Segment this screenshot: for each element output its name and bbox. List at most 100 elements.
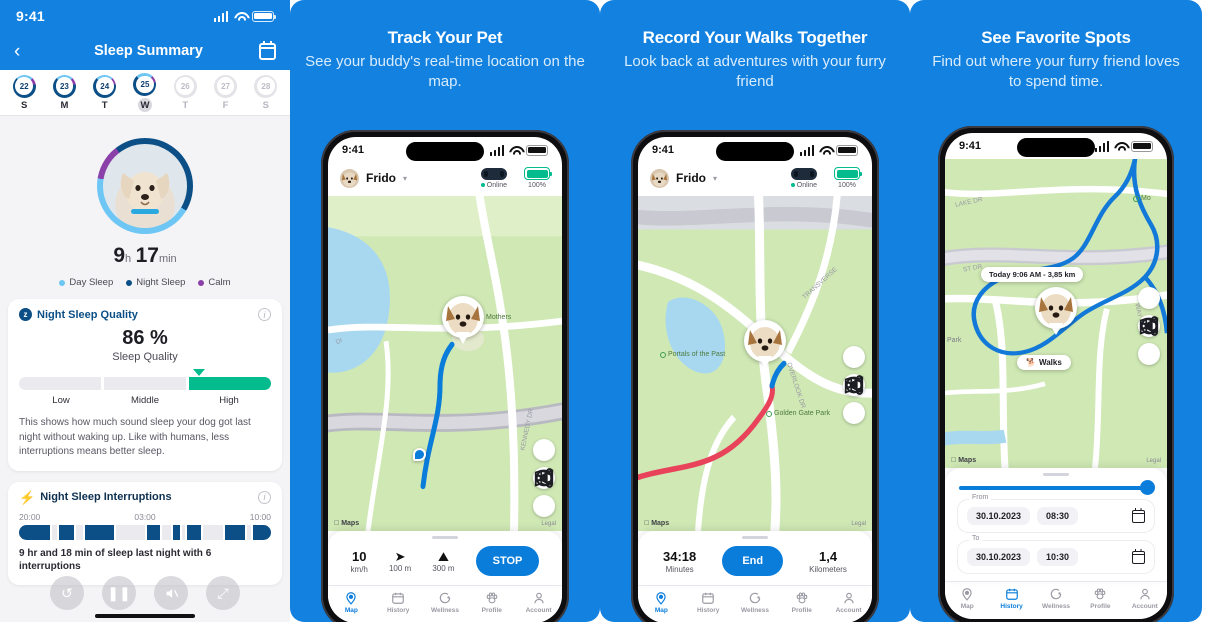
info-icon[interactable]: i xyxy=(258,490,271,504)
signal-icon xyxy=(1094,140,1109,152)
card-title: Night Sleep Quality xyxy=(37,308,138,321)
tab-profile[interactable]: Profile xyxy=(1078,587,1122,610)
map-label: Mo xyxy=(1133,195,1151,202)
wifi-icon xyxy=(818,145,832,156)
headline: See Favorite Spots xyxy=(981,28,1131,47)
tab-map[interactable]: Map xyxy=(638,591,685,614)
collar-status-label: Online xyxy=(796,181,817,189)
walking-dog-icon: 🐕 xyxy=(1026,358,1036,367)
tab-history[interactable]: History xyxy=(685,591,732,614)
poi-pin-icon xyxy=(766,410,772,417)
time-slider[interactable] xyxy=(945,476,1167,495)
tab-bar: Map History Wellness Profile Account xyxy=(328,585,562,622)
walk-map[interactable]: Portals of the Past Golden Gate Park TRA… xyxy=(638,196,872,531)
tab-profile[interactable]: Profile xyxy=(468,591,515,614)
collar-icon xyxy=(790,167,817,180)
pet-location-marker[interactable] xyxy=(744,320,786,368)
tab-history[interactable]: History xyxy=(375,591,422,614)
day-number: 26 xyxy=(176,77,195,95)
legend-label: Night Sleep xyxy=(136,277,186,288)
apple-maps-logo:  Maps xyxy=(644,520,669,527)
end-button[interactable]: End xyxy=(722,546,784,576)
layers-icon[interactable] xyxy=(1138,317,1160,365)
marketing-panel-favorite-spots: See Favorite Spots Find out where your f… xyxy=(910,0,1202,622)
pet-location-marker[interactable] xyxy=(442,296,484,344)
day-item[interactable]: 28 S xyxy=(249,74,283,111)
tab-account[interactable]: Account xyxy=(1123,587,1167,610)
map-label: Portals of the Past xyxy=(660,351,725,359)
chevron-down-icon[interactable]: ▾ xyxy=(713,174,717,183)
to-date-field[interactable]: 30.10.2023 xyxy=(967,548,1031,566)
status-time: 9:41 xyxy=(16,8,45,24)
day-item[interactable]: 26 T xyxy=(168,74,202,111)
pet-avatar[interactable] xyxy=(650,168,669,188)
legend-swatch xyxy=(126,279,133,286)
app-header: Frido ▾ Online 100% xyxy=(328,163,562,196)
pet-location-marker[interactable] xyxy=(1035,287,1077,335)
tab-profile[interactable]: Profile xyxy=(778,591,825,614)
map-legal-link[interactable]: Legal xyxy=(851,521,866,527)
collar-status[interactable]: Online xyxy=(790,167,817,189)
chevron-down-icon[interactable]: ▾ xyxy=(403,174,407,183)
day-label: T xyxy=(182,99,189,111)
map-legal-link[interactable]: Legal xyxy=(541,521,556,527)
mute-button[interactable] xyxy=(154,576,188,610)
calendar-icon[interactable] xyxy=(1131,507,1146,523)
ios-status-bar: 9:41 xyxy=(0,0,290,32)
subheadline: Find out where your furry friend loves t… xyxy=(932,53,1180,90)
day-item[interactable]: 23 M xyxy=(47,74,81,111)
walks-filter-pill[interactable]: 🐕 Walks xyxy=(1017,355,1071,370)
layers-icon[interactable] xyxy=(843,376,865,424)
tab-wellness[interactable]: Wellness xyxy=(1034,587,1078,610)
legend-item: Calm xyxy=(198,277,231,288)
calendar-icon[interactable] xyxy=(1131,548,1146,564)
from-time-field[interactable]: 08:30 xyxy=(1037,507,1079,525)
walk-tooltip[interactable]: Today 9:06 AM - 3,85 km xyxy=(981,267,1084,282)
history-map[interactable]: LAKE DR ST DR WAY Mo Park Today 9:06 AM … xyxy=(945,159,1167,468)
tab-wellness[interactable]: Wellness xyxy=(732,591,779,614)
pause-button[interactable]: ❚❚ xyxy=(102,576,136,610)
apple-maps-logo:  Maps xyxy=(334,520,359,527)
date-range-to[interactable]: To 30.10.2023 10:30 xyxy=(957,535,1155,574)
tab-history[interactable]: History xyxy=(989,587,1033,610)
day-item[interactable]: 27 F xyxy=(209,74,243,111)
date-range-from[interactable]: From 30.10.2023 08:30 xyxy=(957,494,1155,533)
signal-icon xyxy=(489,144,504,156)
from-date-field[interactable]: 30.10.2023 xyxy=(967,507,1031,525)
collar-status-label: Online xyxy=(486,181,507,189)
live-map[interactable]: Mothers Dr KENNEDY DR Maps Legal xyxy=(328,196,562,531)
axis-label-end: 10:00 xyxy=(249,511,271,522)
day-label: S xyxy=(262,99,269,111)
calendar-icon[interactable] xyxy=(259,40,276,60)
stop-button[interactable]: STOP xyxy=(475,546,540,576)
tab-map[interactable]: Map xyxy=(945,587,989,610)
day-item-selected[interactable]: 25 W xyxy=(128,73,162,112)
tab-account[interactable]: Account xyxy=(825,591,872,614)
back-button[interactable]: ‹ xyxy=(14,42,38,61)
day-item[interactable]: 22 S xyxy=(7,74,41,111)
video-player-controls: ↺ ❚❚ ⤢ xyxy=(0,576,290,610)
tab-map[interactable]: Map xyxy=(328,591,375,614)
tab-wellness[interactable]: Wellness xyxy=(422,591,469,614)
map-legal-link[interactable]: Legal xyxy=(1146,458,1161,464)
quality-scale: Low Middle High xyxy=(19,369,271,406)
status-time: 9:41 xyxy=(652,144,675,156)
day-label: W xyxy=(137,98,152,112)
day-number: 24 xyxy=(95,77,114,95)
to-time-field[interactable]: 10:30 xyxy=(1037,548,1079,566)
map-controls xyxy=(1138,287,1160,365)
info-icon[interactable]: i xyxy=(258,308,271,321)
dynamic-island xyxy=(406,142,484,161)
layers-icon[interactable] xyxy=(533,469,555,517)
tab-account[interactable]: Account xyxy=(515,591,562,614)
tab-bar: Map History Wellness Profile Account xyxy=(945,581,1167,619)
slider-knob[interactable] xyxy=(1140,480,1155,495)
from-label: From xyxy=(969,494,992,501)
rewind-button[interactable]: ↺ xyxy=(50,576,84,610)
pet-avatar[interactable] xyxy=(340,168,359,188)
day-item[interactable]: 24 T xyxy=(88,74,122,111)
fullscreen-button[interactable]: ⤢ xyxy=(206,576,240,610)
phone-mockup: 9:41 LAKE DR ST DR WAY Mo Park Today 9:0… xyxy=(938,126,1174,622)
online-dot-icon xyxy=(480,183,485,187)
collar-status[interactable]: Online xyxy=(480,167,507,189)
